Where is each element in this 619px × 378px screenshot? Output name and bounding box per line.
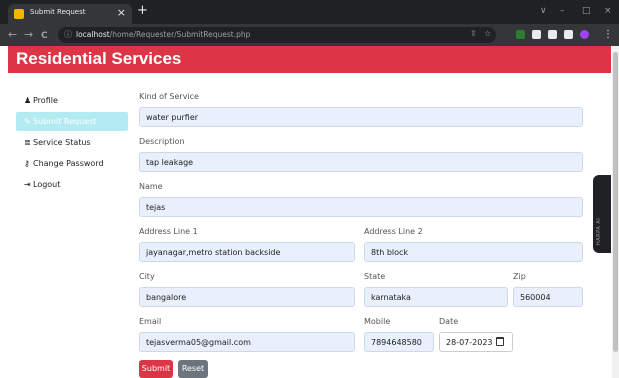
name-label: Name <box>139 182 163 191</box>
input-value: 7894648580 <box>371 338 422 347</box>
address-line-1-input[interactable]: jayanagar,metro station backside <box>139 242 355 262</box>
date-label: Date <box>439 317 459 326</box>
minimize-icon[interactable]: – <box>560 5 565 17</box>
logout-icon: ⇥ <box>24 180 31 189</box>
calendar-icon[interactable] <box>496 337 504 346</box>
city-label: City <box>139 272 155 281</box>
city-input[interactable]: bangalore <box>139 287 355 307</box>
address-line-2-input[interactable]: 8th block <box>364 242 583 262</box>
date-input[interactable]: 28-07-2023 <box>439 332 513 352</box>
maximize-icon[interactable]: □ <box>582 5 591 17</box>
address-line-1-label: Address Line 1 <box>139 227 198 236</box>
side-panel-icon[interactable] <box>564 30 573 39</box>
submit-button[interactable]: Submit <box>139 360 173 378</box>
browser-tab[interactable]: Submit Request × <box>8 4 132 24</box>
sidebar-item-service-status[interactable]: ≣ Service Status <box>16 133 128 152</box>
tab-bar: Submit Request × + ∨ – □ × <box>0 0 619 24</box>
reset-button[interactable]: Reset <box>178 360 208 378</box>
input-value: 8th block <box>371 248 409 257</box>
harpa-ai-side-tab[interactable]: HARPA AI <box>593 175 611 253</box>
url-text: localhost/home/Requester/SubmitRequest.p… <box>76 30 250 39</box>
kind-of-service-input[interactable]: water purfier <box>139 107 583 127</box>
site-header: Residential Services <box>8 46 611 73</box>
profile-avatar-icon[interactable] <box>580 30 589 39</box>
zip-label: Zip <box>513 272 526 281</box>
share-icon[interactable]: ⇪ <box>470 29 477 38</box>
site-info-icon[interactable]: ⓘ <box>64 29 72 40</box>
input-value: tejas <box>146 203 166 212</box>
email-input[interactable]: tejasverma05@gmail.com <box>139 332 355 352</box>
page-scrollbar[interactable] <box>612 46 619 378</box>
sidebar-item-label: Change Password <box>33 159 104 168</box>
favicon-icon <box>14 9 24 19</box>
pen-icon: ✎ <box>24 117 31 126</box>
input-value: tap leakage <box>146 158 194 167</box>
tab-title: Submit Request <box>30 8 86 16</box>
reload-icon[interactable]: C <box>41 29 48 43</box>
brand-title[interactable]: Residential Services <box>16 49 181 69</box>
kind-of-service-label: Kind of Service <box>139 92 199 101</box>
tab-search-icon[interactable]: ∨ <box>540 5 547 17</box>
side-tab-label: HARPA AI <box>596 217 602 245</box>
input-value: bangalore <box>146 293 187 302</box>
mobile-label: Mobile <box>364 317 391 326</box>
state-label: State <box>364 272 386 281</box>
close-window-icon[interactable]: × <box>604 5 612 17</box>
name-input[interactable]: tejas <box>139 197 583 217</box>
description-input[interactable]: tap leakage <box>139 152 583 172</box>
input-value: karnataka <box>371 293 411 302</box>
browser-menu-icon[interactable]: ⋮ <box>603 28 613 42</box>
sidebar-item-profile[interactable]: ♟ Profile <box>16 91 128 110</box>
sidebar-item-label: Service Status <box>33 138 91 147</box>
input-value: 28-07-2023 <box>446 338 493 347</box>
input-value: water purfier <box>146 113 199 122</box>
url-host: localhost <box>76 30 110 39</box>
sidebar-item-label: Submit Request <box>33 117 97 126</box>
zip-input[interactable]: 560004 <box>513 287 583 307</box>
input-value: jayanagar,metro station backside <box>146 248 281 257</box>
input-value: 560004 <box>520 293 551 302</box>
back-icon[interactable]: ← <box>8 28 17 42</box>
extensions-puzzle-icon[interactable] <box>548 30 557 39</box>
building-icon: ≣ <box>24 138 31 147</box>
mobile-input[interactable]: 7894648580 <box>364 332 434 352</box>
extension-icon[interactable] <box>532 30 541 39</box>
sidebar-item-submit-request[interactable]: ✎ Submit Request <box>16 112 128 131</box>
toolbar: ← → C ⓘ localhost/home/Requester/SubmitR… <box>0 24 619 46</box>
scrollbar-thumb[interactable] <box>613 52 618 352</box>
sidebar-item-label: Profile <box>33 96 58 105</box>
email-label: Email <box>139 317 162 326</box>
bookmark-star-icon[interactable]: ☆ <box>484 29 491 38</box>
sidebar-item-label: Logout <box>33 180 61 189</box>
close-tab-icon[interactable]: × <box>117 6 126 20</box>
input-value: tejasverma05@gmail.com <box>146 338 251 347</box>
url-path: /home/Requester/SubmitRequest.php <box>109 30 251 39</box>
new-tab-icon[interactable]: + <box>137 3 148 19</box>
key-icon: ⚷ <box>24 159 30 168</box>
sidebar-item-logout[interactable]: ⇥ Logout <box>16 175 128 194</box>
extension-icon[interactable] <box>516 30 525 39</box>
sidebar-item-change-password[interactable]: ⚷ Change Password <box>16 154 128 173</box>
browser-window: Submit Request × + ∨ – □ × ← → C ⓘ local… <box>0 0 619 378</box>
address-line-2-label: Address Line 2 <box>364 227 423 236</box>
state-input[interactable]: karnataka <box>364 287 508 307</box>
address-bar[interactable]: ⓘ localhost/home/Requester/SubmitRequest… <box>58 27 496 43</box>
user-icon: ♟ <box>24 96 32 105</box>
forward-icon[interactable]: → <box>24 28 33 42</box>
description-label: Description <box>139 137 185 146</box>
